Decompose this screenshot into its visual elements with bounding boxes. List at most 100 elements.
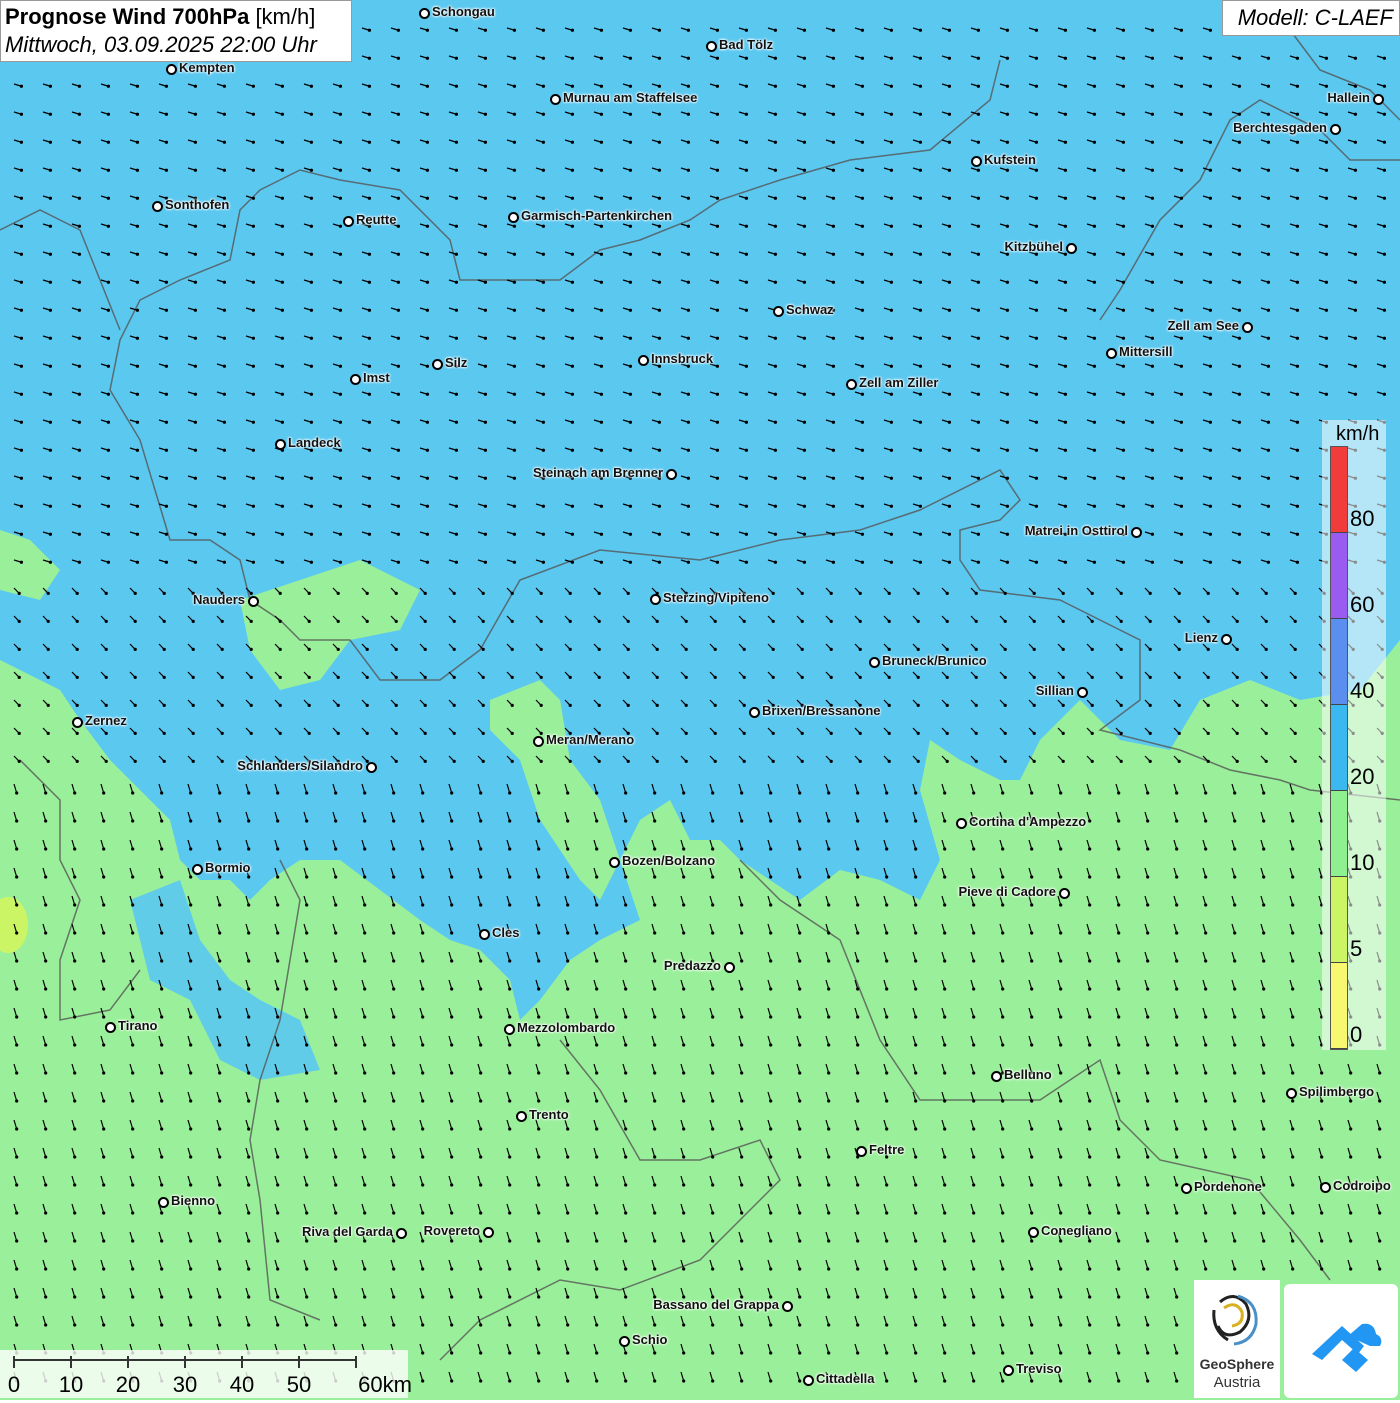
- wind-arrow-head: [46, 675, 50, 680]
- wind-arrow-head: [916, 703, 920, 708]
- wind-arrow-head: [537, 987, 541, 991]
- wind-arrow-head: [1179, 420, 1184, 424]
- wind-arrow-head: [856, 1267, 860, 1271]
- wind-arrow-head: [1295, 308, 1300, 312]
- wind-arrow-head: [856, 1211, 860, 1215]
- wind-arrow-head: [1264, 731, 1268, 736]
- wind-arrow-head: [276, 959, 280, 963]
- wind-arrow-head: [537, 931, 541, 935]
- wind-arrow-head: [595, 987, 599, 991]
- wind-arrow-head: [624, 847, 628, 851]
- wind-arrow-head: [686, 504, 691, 508]
- wind-arrow-head: [193, 364, 198, 368]
- wind-arrow-head: [802, 56, 807, 60]
- wind-arrow-head: [218, 1071, 222, 1075]
- wind-arrow-head: [247, 1323, 251, 1327]
- wind-arrow-head: [135, 532, 140, 536]
- wind-arrow-head: [19, 476, 24, 480]
- wind-arrow-head: [1324, 280, 1329, 284]
- wind-arrow-head: [1349, 1127, 1353, 1131]
- wind-arrow-head: [713, 759, 717, 764]
- wind-arrow-head: [860, 560, 865, 564]
- wind-arrow-head: [305, 1211, 309, 1215]
- wind-arrow-head: [1030, 1239, 1034, 1243]
- model-label: Modell: C-LAEF: [1222, 0, 1400, 36]
- wind-arrow-head: [479, 1015, 483, 1019]
- wind-arrow-head: [392, 959, 396, 963]
- wind-arrow-head: [425, 448, 430, 452]
- wind-arrow-head: [715, 532, 720, 536]
- wind-arrow-head: [566, 931, 570, 935]
- wind-arrow-head: [162, 703, 166, 708]
- wind-arrow-head: [218, 903, 222, 907]
- wind-arrow-head: [1090, 703, 1094, 708]
- wind-arrow-head: [1233, 1211, 1237, 1215]
- wind-arrow-head: [508, 1155, 512, 1159]
- wind-arrow-head: [512, 140, 517, 144]
- wind-arrow-head: [1266, 364, 1271, 368]
- wind-arrow-head: [1121, 420, 1126, 424]
- wind-arrow-head: [1208, 56, 1213, 60]
- wind-arrow-head: [885, 1043, 889, 1047]
- wind-arrow-head: [566, 1127, 570, 1131]
- wind-arrow-head: [452, 703, 456, 708]
- wind-arrow-head: [657, 112, 662, 116]
- wind-arrow-head: [1063, 392, 1068, 396]
- wind-arrow-head: [104, 703, 108, 708]
- wind-arrow-head: [454, 112, 459, 116]
- wind-arrow-head: [1353, 308, 1358, 312]
- forecast-datetime: Mittwoch, 03.09.2025 22:00 Uhr: [5, 32, 317, 57]
- wind-arrow-head: [450, 791, 454, 795]
- wind-arrow-head: [363, 875, 367, 879]
- wind-arrow-head: [396, 420, 401, 424]
- wind-arrow-head: [1262, 791, 1266, 795]
- wind-arrow-head: [713, 703, 717, 708]
- wind-arrow-head: [831, 476, 836, 480]
- wind-arrow-head: [827, 1267, 831, 1271]
- wind-arrow-head: [135, 364, 140, 368]
- city-label: Sillian: [1035, 683, 1074, 698]
- wind-arrow-head: [715, 140, 720, 144]
- wind-arrow-head: [798, 1183, 802, 1187]
- wind-arrow-head: [947, 280, 952, 284]
- wind-arrow-head: [508, 1267, 512, 1271]
- wind-arrow-head: [1208, 196, 1213, 200]
- wind-arrow-head: [740, 1127, 744, 1131]
- wind-arrow-head: [396, 364, 401, 368]
- wind-arrow-head: [1320, 1099, 1324, 1103]
- wind-arrow-head: [1291, 931, 1295, 935]
- wind-arrow-head: [135, 196, 140, 200]
- wind-arrow-head: [280, 168, 285, 172]
- wind-arrow-head: [1148, 731, 1152, 736]
- wind-arrow-head: [1030, 847, 1034, 851]
- wind-arrow-head: [918, 448, 923, 452]
- wind-arrow-head: [1291, 1043, 1295, 1047]
- wind-arrow-head: [1061, 591, 1065, 596]
- wind-arrow-head: [798, 1155, 802, 1159]
- wind-arrow-head: [247, 903, 251, 907]
- wind-arrow-head: [77, 448, 82, 452]
- wind-arrow-head: [75, 619, 79, 624]
- wind-arrow-head: [19, 504, 24, 508]
- wind-arrow-head: [889, 336, 894, 340]
- wind-arrow-head: [655, 675, 659, 680]
- city-label: Rovereto: [423, 1223, 480, 1238]
- wind-arrow-head: [1088, 987, 1092, 991]
- wind-arrow-head: [802, 364, 807, 368]
- wind-arrow-head: [829, 731, 833, 736]
- wind-arrow-head: [1088, 959, 1092, 963]
- wind-arrow-head: [425, 364, 430, 368]
- wind-arrow-head: [1262, 987, 1266, 991]
- wind-arrow-head: [918, 560, 923, 564]
- wind-arrow-head: [1005, 476, 1010, 480]
- wind-arrow-head: [512, 224, 517, 228]
- wind-arrow-head: [682, 1351, 686, 1355]
- wind-arrow-head: [425, 140, 430, 144]
- wind-arrow-head: [653, 1155, 657, 1159]
- wind-arrow-head: [508, 903, 512, 907]
- city-label: Garmisch-Partenkirchen: [521, 208, 673, 223]
- city-marker: [749, 707, 760, 718]
- wind-arrow-head: [135, 224, 140, 228]
- wind-arrow-head: [189, 875, 193, 879]
- wind-arrow-head: [539, 759, 543, 764]
